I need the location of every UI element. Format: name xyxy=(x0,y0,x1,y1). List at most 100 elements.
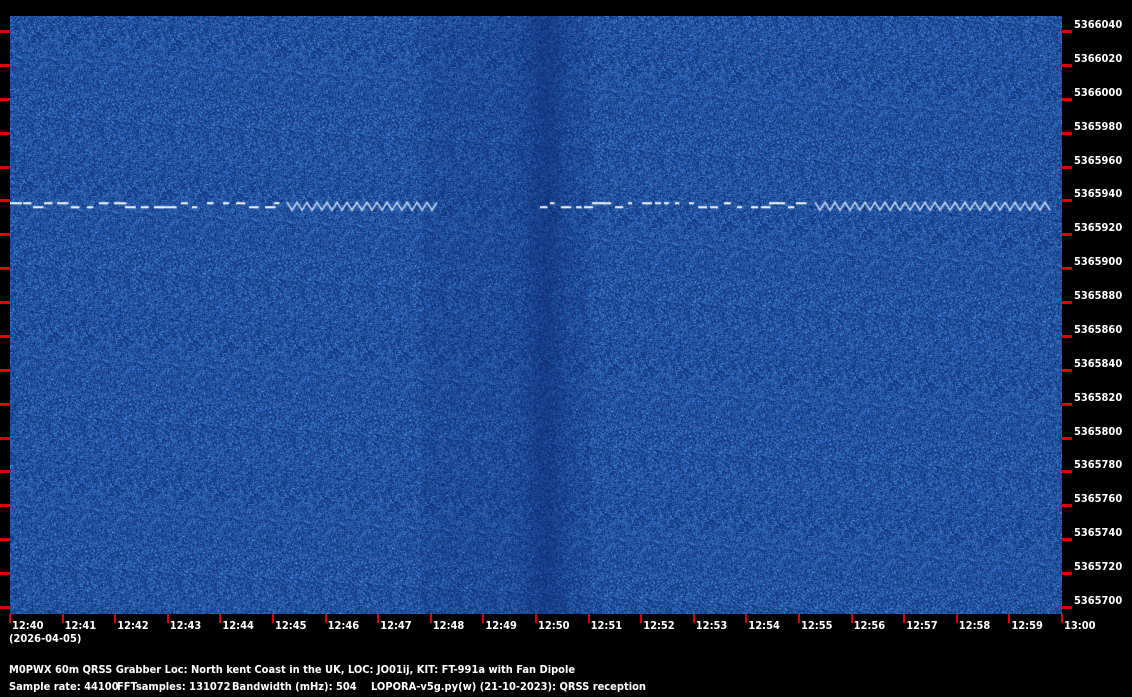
date-label: (2026-04-05) xyxy=(9,632,82,645)
bandwidth: Bandwidth (mHz): 504 xyxy=(232,680,357,693)
x-tick xyxy=(903,614,906,623)
y-tick-label: 5365720 xyxy=(1074,560,1123,574)
right-y-tick xyxy=(1062,131,1072,135)
x-tick xyxy=(429,614,432,623)
y-tick-label: 5365700 xyxy=(1074,594,1123,607)
x-tick-label: 12:40 xyxy=(12,619,44,632)
y-tick-label: 5366020 xyxy=(1074,51,1123,65)
left-y-tick xyxy=(0,470,10,474)
x-tick xyxy=(272,614,274,623)
right-y-tick xyxy=(1062,368,1072,372)
x-tick-label: 12:56 xyxy=(853,619,886,632)
x-tick xyxy=(745,614,748,623)
left-y-tick xyxy=(0,30,10,33)
x-tick-label: 12:50 xyxy=(538,619,570,632)
x-tick-label: 12:47 xyxy=(380,619,412,632)
left-y-tick xyxy=(0,402,10,406)
x-tick-label: 12:46 xyxy=(327,619,360,632)
sample-rate: Sample rate: 44100 xyxy=(9,680,119,693)
y-tick-label: 5366040 xyxy=(1074,18,1123,31)
x-tick xyxy=(377,614,380,623)
right-y-tick xyxy=(1062,334,1072,338)
y-tick-label: 5365820 xyxy=(1074,390,1123,404)
fft-samples: FFTsamples: 131072 xyxy=(117,680,231,693)
right-y-tick xyxy=(1062,606,1072,609)
x-tick xyxy=(1061,614,1063,623)
left-y-tick xyxy=(0,504,10,508)
y-tick-label: 5365800 xyxy=(1074,424,1123,438)
x-tick xyxy=(61,614,64,623)
x-tick-label: 12:55 xyxy=(801,619,833,632)
x-tick xyxy=(9,614,11,623)
x-tick xyxy=(640,614,643,623)
x-tick-label: 12:54 xyxy=(748,619,780,632)
right-y-tick xyxy=(1062,30,1072,33)
y-tick-label: 5365860 xyxy=(1074,322,1123,336)
x-tick-label: 12:44 xyxy=(222,619,254,632)
x-tick-label: 12:49 xyxy=(485,619,517,632)
left-y-tick xyxy=(0,606,10,609)
y-tick-label: 5366000 xyxy=(1074,85,1123,99)
left-y-tick xyxy=(0,165,10,169)
right-y-tick xyxy=(1062,63,1072,67)
x-tick xyxy=(850,614,853,623)
left-y-tick xyxy=(0,233,10,237)
x-tick-label: 12:53 xyxy=(695,619,728,632)
x-tick xyxy=(692,614,695,623)
left-y-tick xyxy=(0,301,10,305)
x-tick xyxy=(955,614,958,623)
x-tick xyxy=(482,614,485,623)
left-y-tick xyxy=(0,199,10,203)
x-tick xyxy=(1008,614,1011,623)
left-y-tick xyxy=(0,572,10,576)
y-tick-label: 5365780 xyxy=(1074,458,1123,472)
right-y-tick xyxy=(1062,233,1072,237)
x-tick-label: 12:41 xyxy=(64,619,97,632)
x-tick xyxy=(798,614,800,623)
right-y-tick xyxy=(1062,504,1072,508)
right-y-tick xyxy=(1062,267,1072,271)
x-tick xyxy=(219,614,222,623)
y-tick-label: 5365880 xyxy=(1074,289,1123,303)
y-tick-label: 5365840 xyxy=(1074,356,1123,370)
x-tick-label: 12:43 xyxy=(169,619,202,632)
x-tick-label: 12:48 xyxy=(432,619,465,632)
x-tick-label: 12:58 xyxy=(958,619,991,632)
left-y-tick xyxy=(0,63,10,67)
right-y-tick xyxy=(1062,402,1072,406)
right-y-tick xyxy=(1062,572,1072,576)
x-tick-label: 12:57 xyxy=(906,619,938,632)
right-y-tick xyxy=(1062,470,1072,474)
x-tick-label: 13:00 xyxy=(1064,619,1096,632)
x-tick xyxy=(587,614,590,623)
right-y-tick xyxy=(1062,199,1072,203)
x-tick-label: 12:52 xyxy=(643,619,675,632)
right-y-tick xyxy=(1062,436,1072,440)
x-tick-label: 12:45 xyxy=(275,619,307,632)
left-y-tick xyxy=(0,267,10,271)
left-y-tick xyxy=(0,436,10,440)
x-tick xyxy=(324,614,327,623)
left-y-tick xyxy=(0,334,10,338)
y-tick-label: 5365920 xyxy=(1074,221,1123,235)
left-y-tick xyxy=(0,131,10,135)
x-tick-label: 12:59 xyxy=(1011,619,1043,632)
x-tick xyxy=(114,614,117,623)
y-tick-label: 5365900 xyxy=(1074,255,1123,269)
y-tick-label: 5365760 xyxy=(1074,492,1123,506)
y-tick-label: 5365940 xyxy=(1074,187,1123,201)
x-tick-label: 12:51 xyxy=(590,619,623,632)
right-y-tick xyxy=(1062,165,1072,169)
right-y-tick xyxy=(1062,301,1072,305)
y-tick-label: 5365960 xyxy=(1074,153,1123,167)
left-y-tick xyxy=(0,538,10,542)
y-tick-label: 5365980 xyxy=(1074,119,1123,133)
left-y-tick xyxy=(0,368,10,372)
left-y-tick xyxy=(0,97,10,101)
x-tick-label: 12:42 xyxy=(117,619,149,632)
title-line: M0PWX 60m QRSS Grabber Loc: North kent C… xyxy=(9,663,576,676)
right-y-tick xyxy=(1062,97,1072,101)
right-y-tick xyxy=(1062,538,1072,542)
y-tick-label: 5365740 xyxy=(1074,526,1123,540)
x-tick xyxy=(166,614,169,623)
